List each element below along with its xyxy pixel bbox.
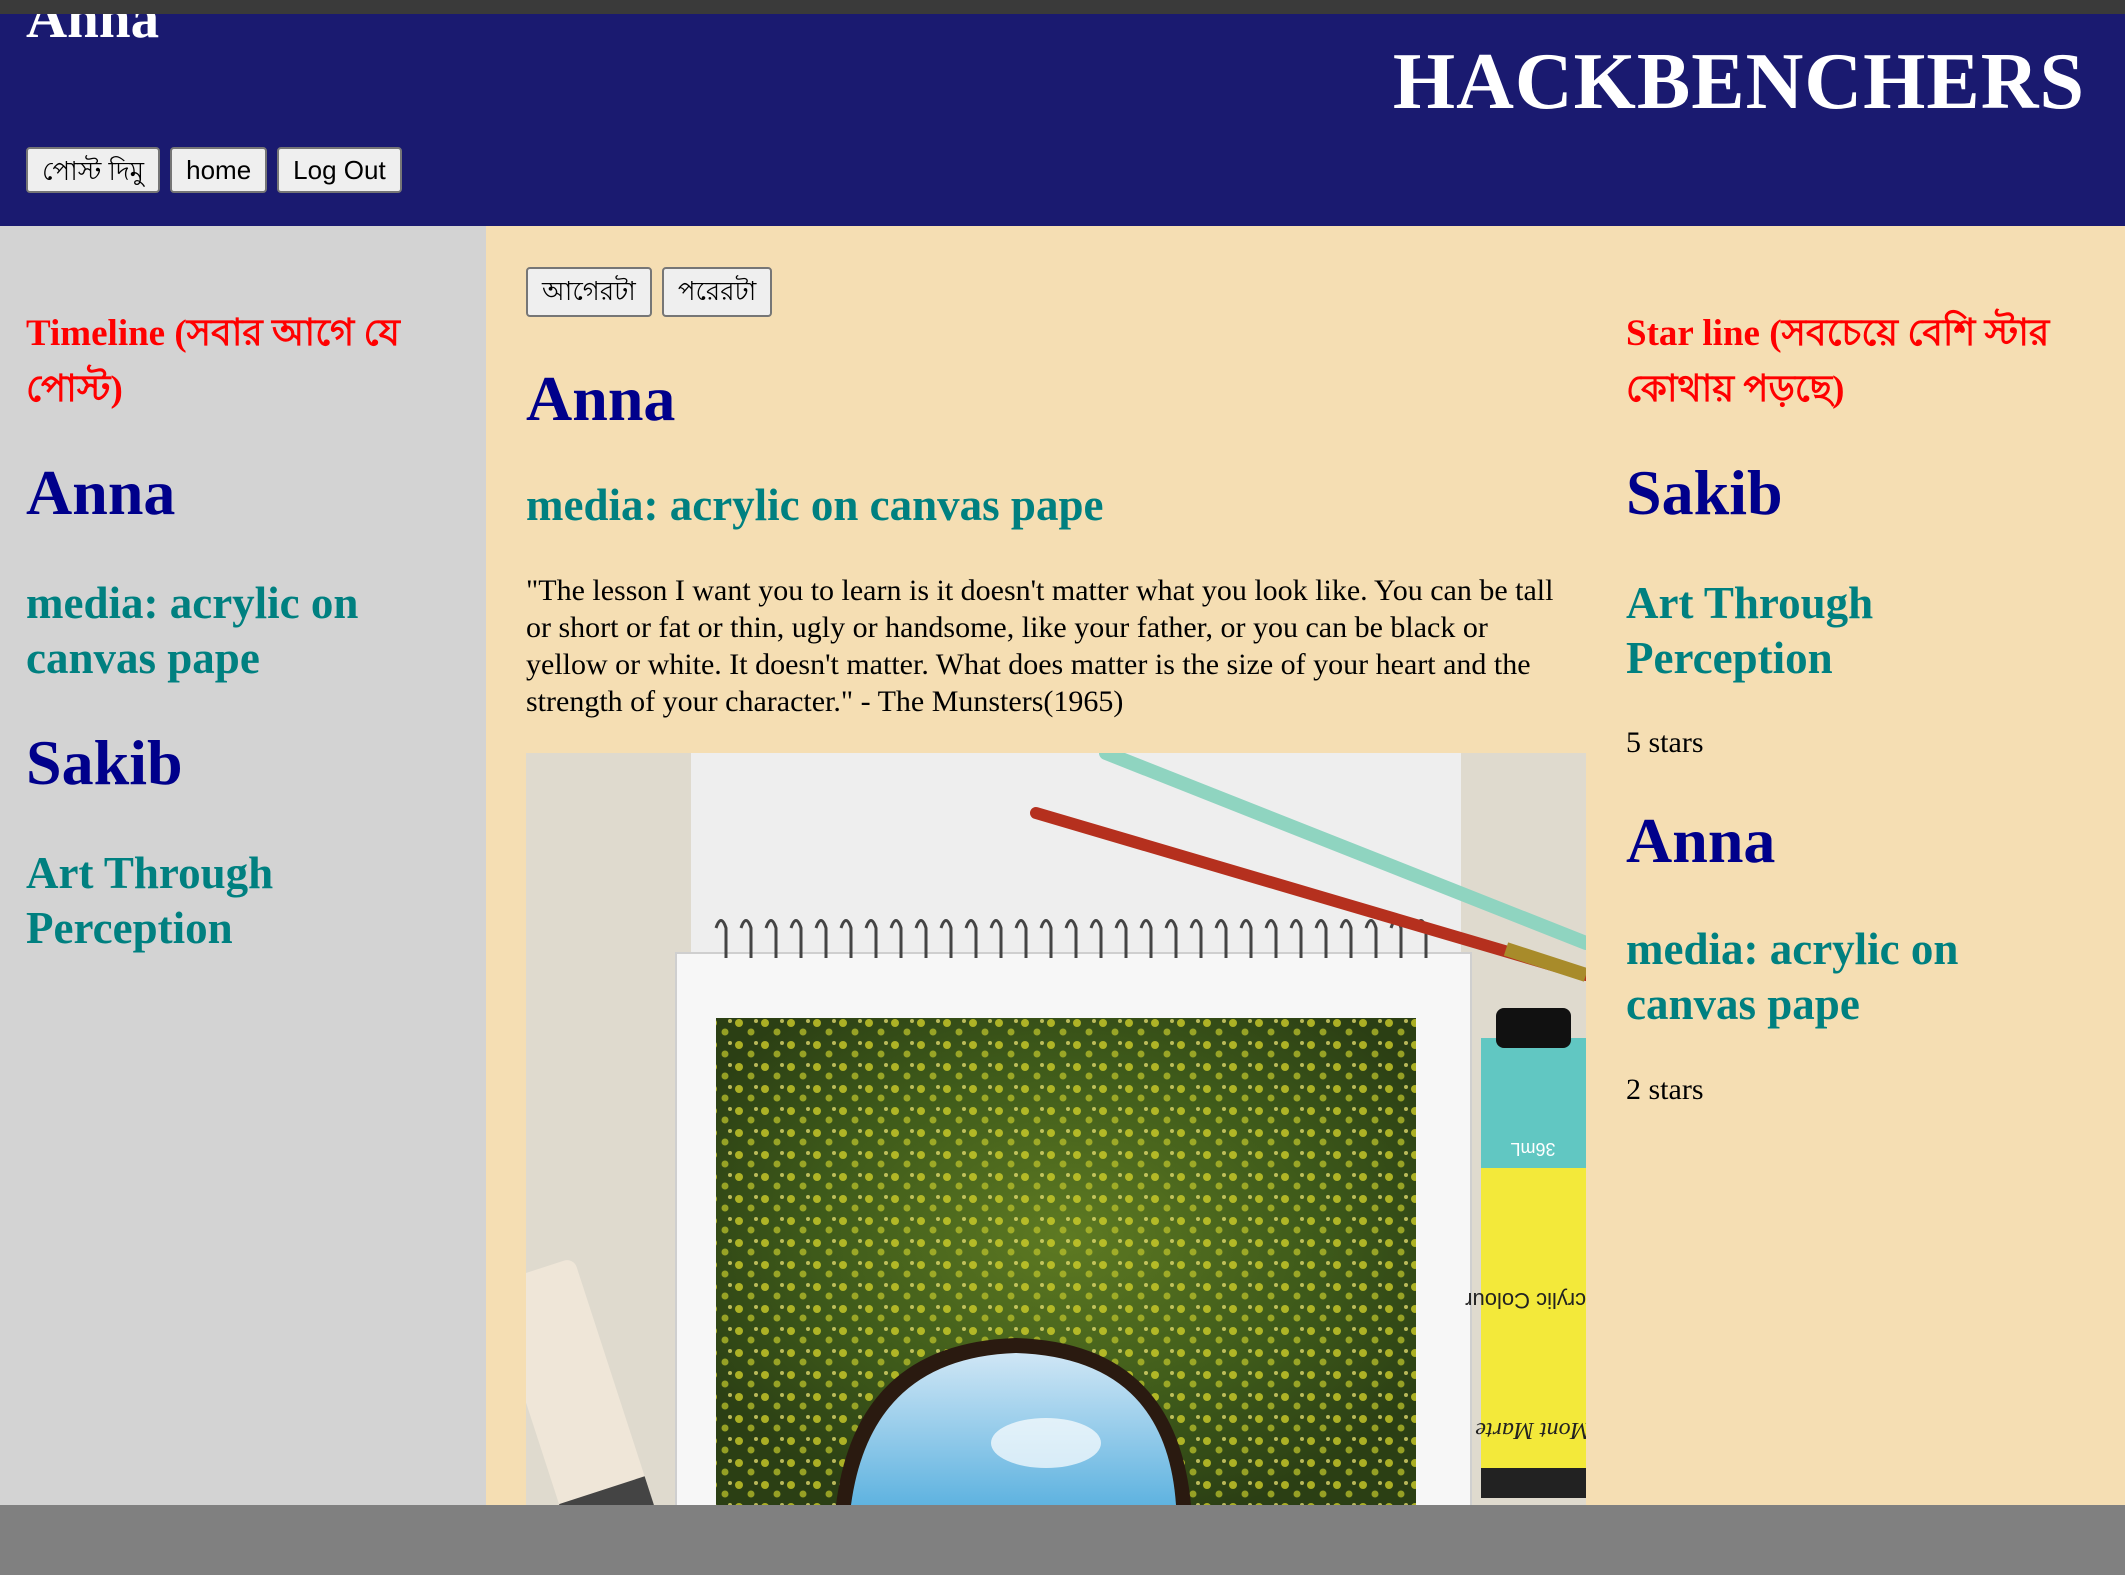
tube-volume-label: 36mL: [1510, 1139, 1555, 1159]
current-user-name: Anna: [26, 14, 160, 50]
post-title: media: acrylic on canvas pape: [526, 480, 1104, 530]
site-header: Anna HACKBENCHERS পোস্ট দিমু home Log Ou…: [0, 14, 2125, 226]
starline-item-author[interactable]: Anna: [1626, 804, 1775, 878]
acrylic-painting-photo-icon: 36mL Acrylic Colour Mont Marte: [526, 753, 1586, 1505]
tube-colour-label: Acrylic Colour: [1465, 1288, 1586, 1313]
timeline-item-title[interactable]: media: acrylic on canvas pape: [26, 576, 466, 686]
timeline-sidebar: Timeline (সবার আগে যে পোস্ট) Anna media:…: [0, 226, 486, 1505]
starline-heading: Star line (সবচেয়ে বেশি স্টার কোথায় পড়…: [1626, 313, 2050, 410]
timeline-heading: Timeline (সবার আগে যে পোস্ট): [26, 313, 400, 410]
starline-item-title[interactable]: media: acrylic on canvas pape: [1626, 922, 2086, 1032]
post-image: 36mL Acrylic Colour Mont Marte: [526, 753, 1586, 1505]
header-nav: পোস্ট দিমু home Log Out: [26, 147, 402, 193]
post-body: "The lesson I want you to learn is it do…: [526, 574, 1554, 718]
starline-item-stars: 5 stars: [1626, 726, 1704, 759]
starline-item-author[interactable]: Sakib: [1626, 456, 1783, 530]
browser-bottom-bar: [0, 1505, 2125, 1575]
post-button[interactable]: পোস্ট দিমু: [26, 147, 161, 193]
browser-top-edge: [0, 0, 2125, 14]
previous-post-button[interactable]: আগেরটা: [526, 267, 652, 317]
post-author: Anna: [526, 363, 676, 434]
starline-item-stars: 2 stars: [1626, 1073, 1704, 1106]
post-pager: আগেরটা পরেরটা: [526, 267, 773, 317]
home-button[interactable]: home: [170, 147, 268, 193]
timeline-item-title[interactable]: Art Through Perception: [26, 846, 466, 956]
next-post-button[interactable]: পরেরটা: [661, 267, 773, 317]
tube-brand-label: Mont Marte: [1475, 1417, 1586, 1443]
starline-item-title[interactable]: Art Through Perception: [1626, 576, 2086, 686]
timeline-item-author[interactable]: Sakib: [26, 726, 183, 800]
timeline-item-author[interactable]: Anna: [26, 456, 175, 530]
site-brand: HACKBENCHERS: [1392, 38, 2085, 126]
logout-button[interactable]: Log Out: [277, 147, 402, 193]
